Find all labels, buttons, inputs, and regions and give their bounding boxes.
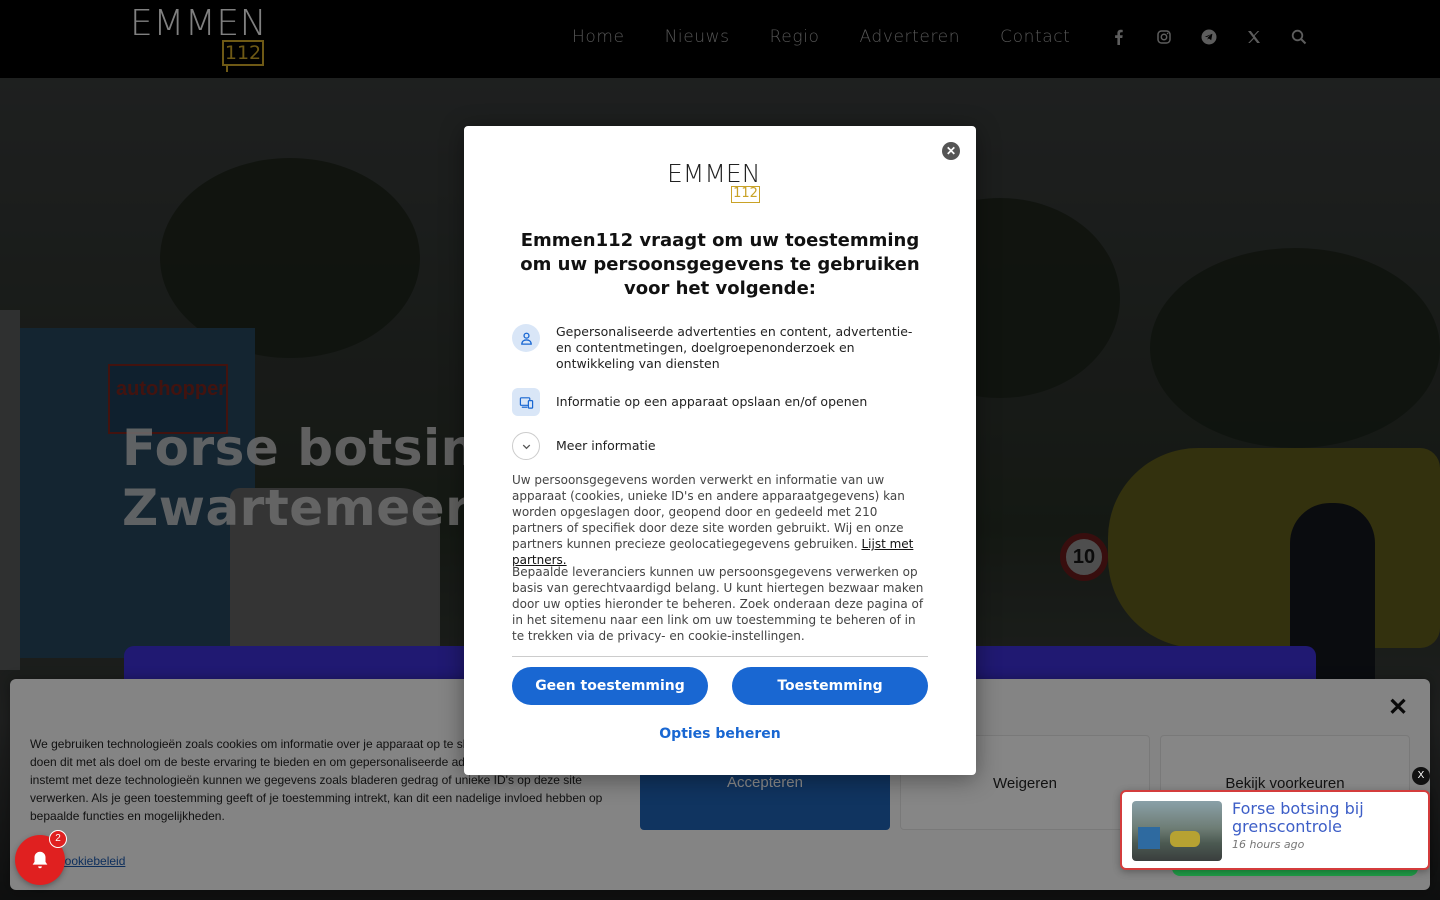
decline-consent-button[interactable]: Geen toestemming geven (512, 667, 708, 732)
more-info-toggle[interactable]: Meer informatie (512, 432, 924, 460)
give-consent-button[interactable]: Toestemming (732, 667, 928, 705)
modal-logo-number: 112 (731, 186, 760, 203)
consent-paragraph-legitimate-interest: Bepaalde leveranciers kunnen uw persoons… (512, 565, 924, 643)
popup-article-title[interactable]: Forse botsing bij grenscontrole (1232, 800, 1422, 836)
consent-modal: ✕ EMMEN 112 Emmen112 vraagt om uw toeste… (464, 126, 976, 775)
chevron-down-icon (512, 432, 540, 460)
purpose-personalised-ads: Gepersonaliseerde advertenties en conten… (512, 324, 924, 372)
notification-bell-button[interactable]: 2 (15, 830, 67, 885)
consent-paragraph-data-text: Uw persoonsgegevens worden verwerkt en i… (512, 473, 905, 551)
thumbnail-van (1138, 827, 1160, 849)
purpose-personalised-ads-text: Gepersonaliseerde advertenties en conten… (556, 324, 913, 371)
purpose-device-storage-text: Informatie op een apparaat opslaan en/of… (556, 394, 868, 409)
bell-icon (32, 851, 48, 869)
purpose-device-storage: Informatie op een apparaat opslaan en/of… (512, 388, 924, 416)
popup-timestamp: 16 hours ago (1232, 838, 1305, 851)
modal-logo-word: EMMEN (667, 159, 761, 188)
devices-icon (512, 388, 540, 416)
modal-logo: EMMEN 112 (667, 160, 767, 208)
consent-paragraph-data: Uw persoonsgegevens worden verwerkt en i… (512, 472, 928, 568)
person-icon (512, 324, 540, 352)
modal-close-button[interactable]: ✕ (942, 142, 960, 160)
notification-count-badge: 2 (49, 830, 67, 848)
manage-options-link[interactable]: Opties beheren (464, 726, 976, 742)
popup-close-button[interactable]: X (1412, 767, 1430, 785)
article-notification-popup[interactable]: X Forse botsing bij grenscontrole 16 hou… (1120, 767, 1430, 870)
thumbnail-tanker (1170, 831, 1200, 847)
modal-title: Emmen112 vraagt om uw toestemming om uw … (520, 230, 920, 299)
more-info-label: Meer informatie (556, 438, 656, 453)
popup-thumbnail (1132, 801, 1222, 861)
modal-divider (512, 656, 928, 657)
